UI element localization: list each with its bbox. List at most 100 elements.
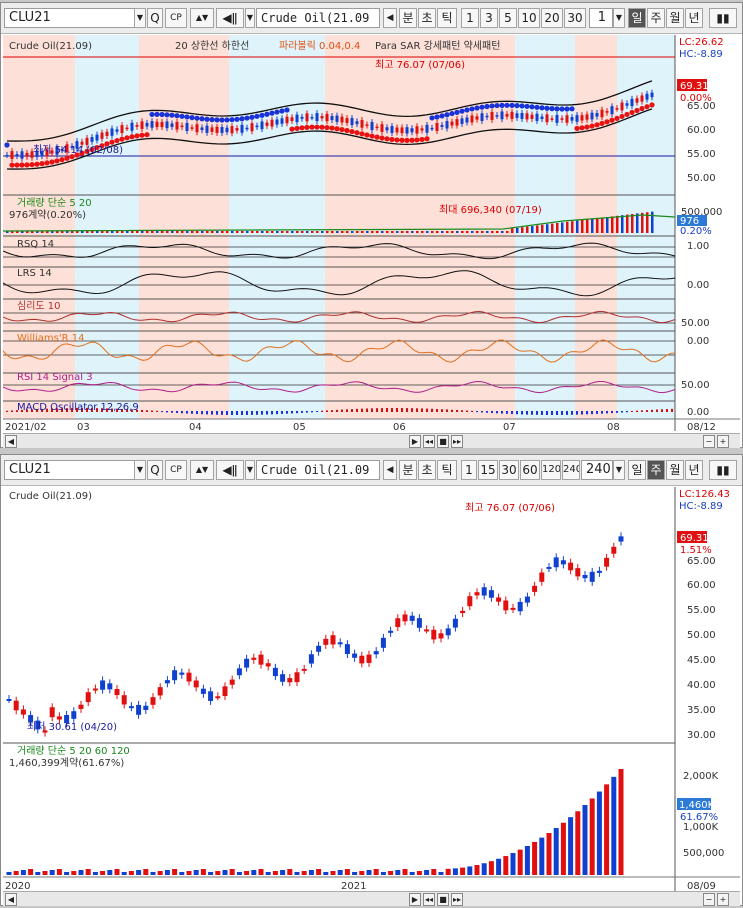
- chart-type-icon[interactable]: ▮▮: [709, 8, 737, 28]
- psy-legend: 심리도 10: [17, 300, 61, 312]
- tab-minute[interactable]: 분: [399, 8, 417, 28]
- scroll-back-button[interactable]: ◂◂: [423, 435, 435, 448]
- symbol-code-input[interactable]: CLU21: [4, 460, 144, 480]
- unit-month-button[interactable]: 월: [666, 8, 684, 28]
- scroll-back-button[interactable]: ◂◂: [423, 893, 435, 906]
- volume-bar: [91, 231, 94, 233]
- macd-bar: [446, 409, 448, 412]
- unit-year-button[interactable]: 년: [685, 460, 703, 480]
- unit-week-button[interactable]: 주: [647, 460, 665, 480]
- sar-dot: [274, 109, 280, 115]
- candle-body: [120, 125, 124, 134]
- volume-bar: [221, 231, 224, 233]
- volume-bar: [460, 867, 466, 875]
- prev-arrow-button[interactable]: ◀: [383, 460, 397, 480]
- unit-day-button[interactable]: 일: [628, 8, 646, 28]
- volume-bar: [81, 231, 84, 233]
- period-10-button[interactable]: 10: [518, 8, 540, 28]
- speaker-icon[interactable]: ◀ǁ: [216, 460, 244, 480]
- candle-body: [515, 113, 519, 118]
- period-dropdown-button[interactable]: ▼: [613, 460, 625, 480]
- period-120-button[interactable]: 120: [541, 460, 561, 480]
- scroll-left-button[interactable]: ◀: [5, 435, 17, 448]
- period-input[interactable]: 240: [581, 460, 613, 480]
- spin-updown-button[interactable]: ▲▼: [190, 8, 214, 28]
- scroll-play-button[interactable]: ▸▸: [451, 893, 463, 906]
- tab-second[interactable]: 초: [418, 8, 436, 28]
- zoom-in-button[interactable]: +: [717, 893, 729, 906]
- tab-tick[interactable]: 틱: [437, 8, 457, 28]
- period-1-button[interactable]: 1: [461, 8, 479, 28]
- chart-type-icon[interactable]: ▮▮: [709, 460, 737, 480]
- scroll-first-button[interactable]: ▶: [409, 435, 421, 448]
- macd-bar: [531, 411, 533, 415]
- volume-bar: [467, 866, 473, 875]
- candle-body: [366, 654, 372, 663]
- price-legend: Crude Oil(21.09): [9, 41, 92, 52]
- unit-week-button[interactable]: 주: [647, 8, 665, 28]
- candle-body: [110, 128, 114, 136]
- unit-day-button[interactable]: 일: [628, 460, 646, 480]
- unit-month-button[interactable]: 월: [666, 460, 684, 480]
- scroll-play-button[interactable]: ▸▸: [451, 435, 463, 448]
- scroll-stop-button[interactable]: ■: [437, 435, 449, 448]
- symbol-dropdown-button[interactable]: ▼: [134, 460, 146, 480]
- unit-year-button[interactable]: 년: [685, 8, 703, 28]
- period-20-button[interactable]: 20: [541, 8, 563, 28]
- period-1-button[interactable]: 1: [461, 460, 477, 480]
- volume-bar: [568, 817, 574, 875]
- volume-bar: [441, 231, 444, 233]
- sar-dot: [614, 115, 620, 121]
- candle-body: [550, 118, 554, 120]
- candle-body: [250, 123, 254, 132]
- period-30-button[interactable]: 30: [499, 460, 519, 480]
- tab-second[interactable]: 초: [418, 460, 436, 480]
- daily-scrollbar[interactable]: ◀ ▶ ◂◂ ■ ▸▸ − +: [3, 433, 740, 448]
- cp-button[interactable]: CP: [165, 460, 187, 480]
- name-dropdown-button[interactable]: ▼: [245, 8, 255, 28]
- search-icon[interactable]: Q: [147, 8, 163, 28]
- scroll-stop-button[interactable]: ■: [437, 893, 449, 906]
- scroll-first-button[interactable]: ▶: [409, 893, 421, 906]
- sar-dot: [124, 135, 130, 141]
- scroll-left-button[interactable]: ◀: [5, 893, 17, 906]
- zoom-out-button[interactable]: −: [703, 435, 715, 448]
- volume-bar: [431, 231, 434, 233]
- symbol-dropdown-button[interactable]: ▼: [134, 8, 146, 28]
- tab-tick[interactable]: 틱: [437, 460, 457, 480]
- period-30-button[interactable]: 30: [564, 8, 586, 28]
- candle-body: [650, 92, 654, 98]
- speaker-icon[interactable]: ◀ǁ: [216, 8, 244, 28]
- candle-body: [385, 127, 389, 131]
- volume-bar: [96, 231, 99, 233]
- cp-button[interactable]: CP: [165, 8, 187, 28]
- weekly-scrollbar[interactable]: ◀ ▶ ◂◂ ■ ▸▸ − +: [3, 891, 740, 906]
- macd-bar: [211, 411, 213, 415]
- name-dropdown-button[interactable]: ▼: [245, 460, 255, 480]
- period-60-button[interactable]: 60: [520, 460, 540, 480]
- volume-bar: [366, 231, 369, 233]
- symbol-name-field[interactable]: Crude Oil(21.09: [256, 8, 380, 28]
- volume-bar: [208, 872, 214, 875]
- zoom-out-button[interactable]: −: [703, 893, 715, 906]
- tab-minute[interactable]: 분: [399, 460, 417, 480]
- lc-label: LC:26.62: [679, 37, 724, 48]
- zoom-in-button[interactable]: +: [717, 435, 729, 448]
- macd-bar: [556, 411, 558, 415]
- symbol-name-field[interactable]: Crude Oil(21.09: [256, 460, 380, 480]
- candle-body: [595, 113, 599, 117]
- period-15-button[interactable]: 15: [478, 460, 498, 480]
- period-3-button[interactable]: 3: [480, 8, 498, 28]
- period-5-button[interactable]: 5: [499, 8, 517, 28]
- prev-arrow-button[interactable]: ◀: [383, 8, 397, 28]
- volume-bar: [146, 231, 149, 233]
- spin-updown-button[interactable]: ▲▼: [190, 460, 214, 480]
- period-dropdown-button[interactable]: ▼: [613, 8, 625, 28]
- period-240-button[interactable]: 240: [562, 460, 580, 480]
- symbol-code-input[interactable]: CLU21: [4, 8, 144, 28]
- search-icon[interactable]: Q: [147, 460, 163, 480]
- candle-body: [130, 122, 134, 131]
- period-input[interactable]: 1: [589, 8, 613, 28]
- macd-bar: [546, 411, 548, 415]
- volume-bar: [611, 776, 617, 875]
